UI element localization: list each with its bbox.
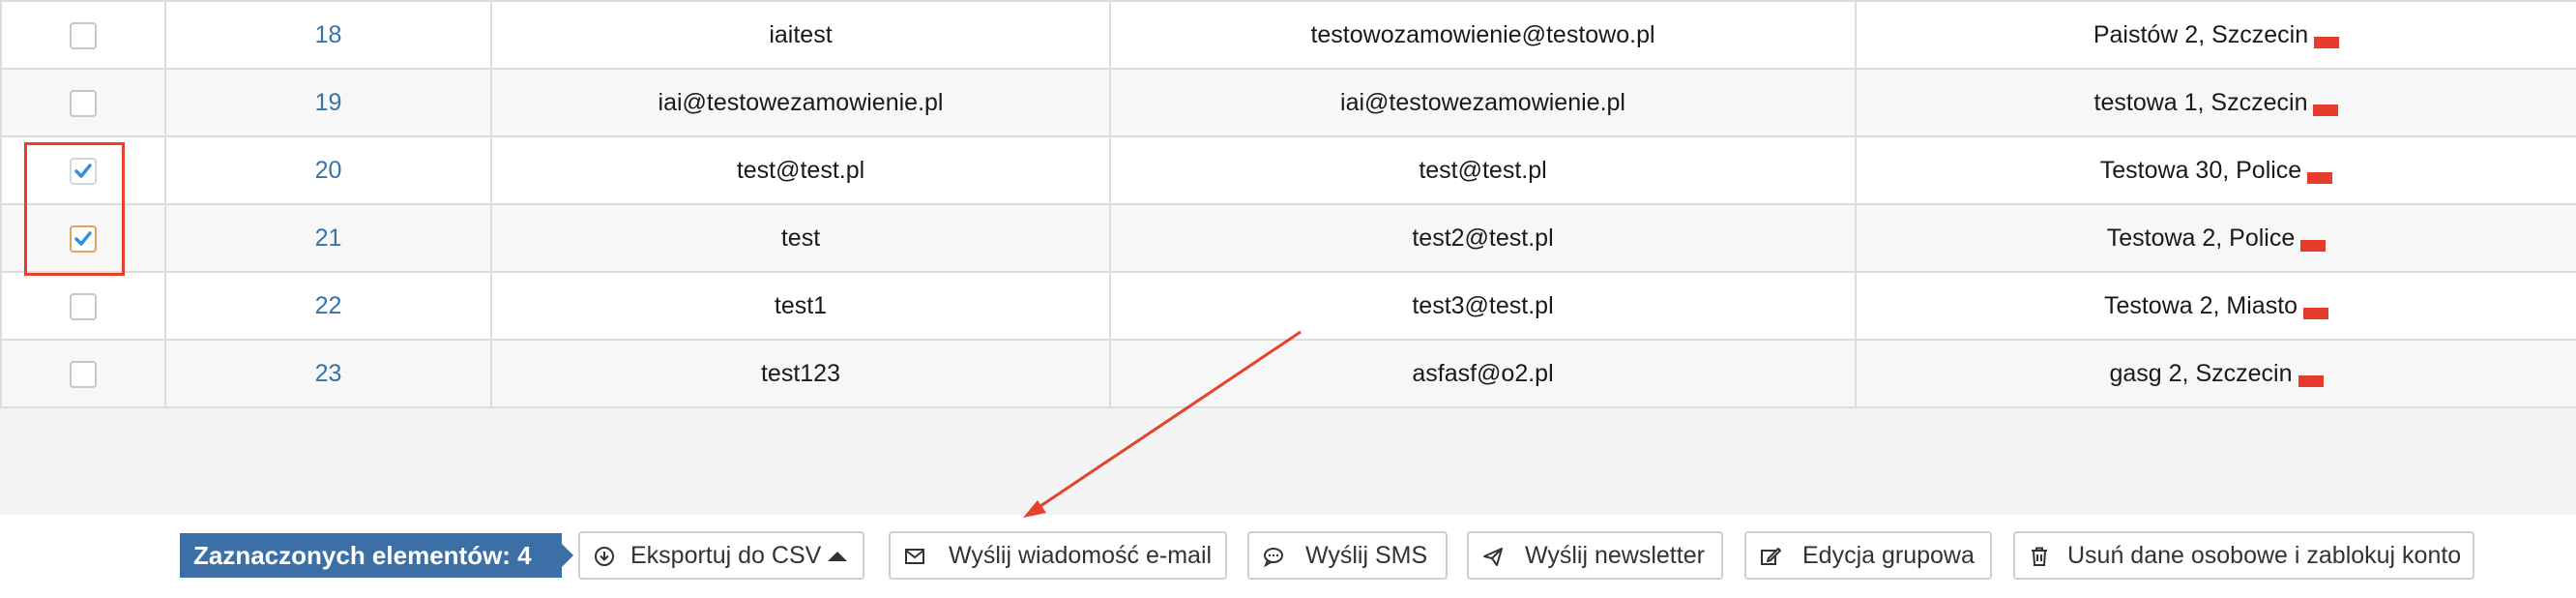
customer-address-cell: testowa 1, Szczecin <box>1855 68 2576 137</box>
customer-address-cell: gasg 2, Szczecin <box>1855 339 2576 408</box>
row-checkbox-cell[interactable] <box>0 203 166 273</box>
send-email-label: Wyślij wiadomość e-mail <box>949 542 1213 569</box>
customer-address: Paistów 2, Szczecin <box>2093 20 2309 48</box>
customer-address-cell: Testowa 2, Police <box>1855 203 2576 273</box>
trash-icon <box>2032 547 2047 566</box>
customer-address-cell: Testowa 2, Miasto <box>1855 271 2576 341</box>
row-checkbox[interactable] <box>70 21 97 49</box>
table-row: 20 test@test.pl test@test.pl Testowa 30,… <box>0 135 2576 205</box>
customers-table: 18 iaitest testowozamowienie@testowo.pl … <box>0 0 2576 408</box>
row-checkbox-checked[interactable] <box>70 224 97 253</box>
checkmark-icon <box>74 163 92 178</box>
send-sms-label: Wyślij SMS <box>1305 542 1428 569</box>
customer-address: Testowa 2, Police <box>2106 224 2296 252</box>
download-circle-icon <box>595 547 614 566</box>
customer-email: test@test.pl <box>1109 135 1857 205</box>
table-row: 23 test123 asfasf@o2.pl gasg 2, Szczecin <box>0 339 2576 408</box>
selected-count-badge: Zaznaczonych elementów: 4 <box>180 533 573 578</box>
customer-id-link[interactable]: 20 <box>164 135 492 205</box>
group-edit-button[interactable]: Edycja grupowa <box>1744 531 1992 580</box>
customer-login: test1 <box>490 271 1111 341</box>
caret-up-icon[interactable] <box>828 552 847 561</box>
row-checkbox-checked[interactable] <box>70 157 97 185</box>
country-flag-icon <box>2303 307 2329 319</box>
customer-login: test123 <box>490 339 1111 408</box>
row-checkbox-cell[interactable] <box>0 68 166 137</box>
delete-personal-data-button[interactable]: Usuń dane osobowe i zablokuj konto <box>2013 531 2474 580</box>
customer-email: testowozamowienie@testowo.pl <box>1109 0 1857 70</box>
customer-address-cell: Testowa 30, Police <box>1855 135 2576 205</box>
table-row: 19 iai@testowezamowienie.pl iai@testowez… <box>0 68 2576 137</box>
send-email-button[interactable]: Wyślij wiadomość e-mail <box>889 531 1227 580</box>
table-row: 18 iaitest testowozamowienie@testowo.pl … <box>0 0 2576 70</box>
customer-id-link[interactable]: 22 <box>164 271 492 341</box>
table-row: 21 test test2@test.pl Testowa 2, Police <box>0 203 2576 273</box>
table-row: 22 test1 test3@test.pl Testowa 2, Miasto <box>0 271 2576 341</box>
customer-login: iaitest <box>490 0 1111 70</box>
envelope-icon <box>905 549 924 564</box>
country-flag-icon <box>2307 171 2333 184</box>
row-checkbox-cell[interactable] <box>0 271 166 341</box>
country-flag-icon <box>2314 36 2340 48</box>
customer-address: Testowa 30, Police <box>2099 156 2302 184</box>
country-flag-icon <box>2300 239 2327 252</box>
send-newsletter-label: Wyślij newsletter <box>1525 542 1705 569</box>
country-flag-icon <box>2298 374 2324 387</box>
customer-id-link[interactable]: 21 <box>164 203 492 273</box>
customer-email: asfasf@o2.pl <box>1109 339 1857 408</box>
customer-address: gasg 2, Szczecin <box>2109 359 2293 387</box>
delete-personal-data-label: Usuń dane osobowe i zablokuj konto <box>2067 542 2462 569</box>
send-newsletter-button[interactable]: Wyślij newsletter <box>1467 531 1723 580</box>
customer-address: testowa 1, Szczecin <box>2093 88 2308 116</box>
export-csv-button[interactable]: Eksportuj do CSV <box>578 531 864 580</box>
checkmark-icon <box>74 230 92 246</box>
customer-id-link[interactable]: 19 <box>164 68 492 137</box>
customer-email: test3@test.pl <box>1109 271 1857 341</box>
customer-login: test <box>490 203 1111 273</box>
speech-bubble-icon <box>1264 548 1283 567</box>
customer-email: test2@test.pl <box>1109 203 1857 273</box>
customer-email: iai@testowezamowienie.pl <box>1109 68 1857 137</box>
customer-address: Testowa 2, Miasto <box>2103 291 2298 319</box>
export-csv-label: Eksportuj do CSV <box>630 542 822 569</box>
row-checkbox-cell[interactable] <box>0 0 166 70</box>
send-sms-button[interactable]: Wyślij SMS <box>1247 531 1448 580</box>
group-edit-label: Edycja grupowa <box>1802 542 1975 569</box>
country-flag-icon <box>2313 104 2339 116</box>
paper-plane-icon <box>1483 548 1503 566</box>
customer-id-link[interactable]: 23 <box>164 339 492 408</box>
customer-login: iai@testowezamowienie.pl <box>490 68 1111 137</box>
customer-login: test@test.pl <box>490 135 1111 205</box>
row-checkbox[interactable] <box>70 360 97 388</box>
customer-address-cell: Paistów 2, Szczecin <box>1855 0 2576 70</box>
row-checkbox-cell[interactable] <box>0 339 166 408</box>
edit-icon <box>1761 548 1781 565</box>
row-checkbox[interactable] <box>70 292 97 320</box>
customer-id-link[interactable]: 18 <box>164 0 492 70</box>
row-checkbox[interactable] <box>70 89 97 117</box>
row-checkbox-cell[interactable] <box>0 135 166 205</box>
